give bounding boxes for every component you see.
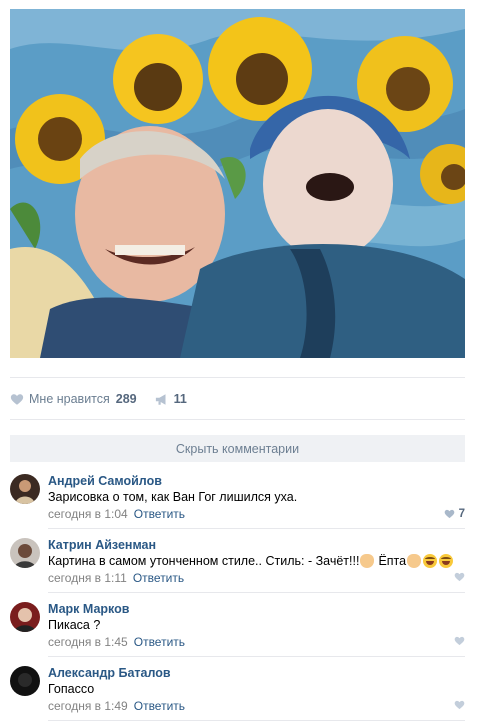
comment: Андрей Самойлов Зарисовка о том, как Ван…	[10, 465, 465, 529]
comment-time[interactable]: сегодня в 1:04	[48, 507, 128, 521]
comment: Марк Марков Пикаса ? сегодня в 1:45 Ответ…	[10, 593, 465, 657]
ok-hand-emoji-icon	[360, 554, 375, 568]
painting-artwork	[10, 9, 465, 358]
comment-author[interactable]: Катрин Айзенман	[48, 538, 156, 552]
comment-text-part: Картина в самом утонченном стиле.. Стиль…	[48, 554, 360, 568]
comment-meta: сегодня в 1:45 Ответить	[48, 635, 185, 649]
comment-text: Гопассо	[48, 682, 95, 696]
comment-time[interactable]: сегодня в 1:11	[48, 571, 127, 585]
comment-text-part: Ёпта	[378, 554, 407, 568]
comment-author[interactable]: Андрей Самойлов	[48, 474, 162, 488]
post-actions: Мне нравится 289 11	[10, 388, 187, 410]
like-label: Мне нравится	[29, 392, 110, 406]
divider	[48, 720, 465, 721]
avatar[interactable]	[10, 538, 40, 568]
divider	[10, 377, 465, 378]
post-image[interactable]	[10, 9, 465, 358]
hide-comments-button[interactable]: Скрыть комментарии	[10, 435, 465, 462]
laughing-emoji-icon	[439, 554, 454, 568]
comment-text: Картина в самом утонченном стиле.. Стиль…	[48, 554, 454, 568]
thumbs-up-emoji-icon	[407, 554, 422, 568]
heart-icon	[454, 636, 465, 646]
comment-author[interactable]: Марк Марков	[48, 602, 129, 616]
comment-meta: сегодня в 1:11 Ответить	[48, 571, 184, 585]
reply-button[interactable]: Ответить	[134, 507, 185, 521]
like-count: 289	[115, 392, 137, 406]
comment-like-count: 7	[458, 508, 465, 520]
comment-meta: сегодня в 1:49 Ответить	[48, 699, 185, 713]
comment-like-button[interactable]	[454, 636, 465, 646]
share-button[interactable]: 11	[155, 392, 187, 406]
reply-button[interactable]: Ответить	[134, 635, 185, 649]
heart-icon	[10, 393, 24, 405]
like-button[interactable]: Мне нравится 289	[10, 392, 137, 406]
laughing-emoji-icon	[423, 554, 438, 568]
comment-author[interactable]: Александр Баталов	[48, 666, 171, 680]
comment: Александр Баталов Гопассо сегодня в 1:49…	[10, 657, 465, 721]
heart-icon	[454, 700, 465, 710]
avatar[interactable]	[10, 666, 40, 696]
comment-time[interactable]: сегодня в 1:49	[48, 699, 128, 713]
heart-icon	[454, 572, 465, 582]
megaphone-icon	[155, 393, 166, 405]
comment-meta: сегодня в 1:04 Ответить	[48, 507, 185, 521]
comment-like-button[interactable]	[454, 572, 465, 582]
comment-time[interactable]: сегодня в 1:45	[48, 635, 128, 649]
avatar[interactable]	[10, 474, 40, 504]
comment-like-button[interactable]	[454, 700, 465, 710]
divider	[10, 419, 465, 420]
share-count: 11	[173, 392, 187, 406]
comment-text: Зарисовка о том, как Ван Гог лишился уха…	[48, 490, 298, 504]
comment-like-button[interactable]: 7	[444, 508, 465, 520]
avatar[interactable]	[10, 602, 40, 632]
comment-text: Пикаса ?	[48, 618, 101, 632]
reply-button[interactable]: Ответить	[134, 699, 185, 713]
heart-icon	[444, 509, 454, 519]
reply-button[interactable]: Ответить	[133, 571, 184, 585]
comment: Катрин Айзенман Картина в самом утонченн…	[10, 529, 465, 593]
